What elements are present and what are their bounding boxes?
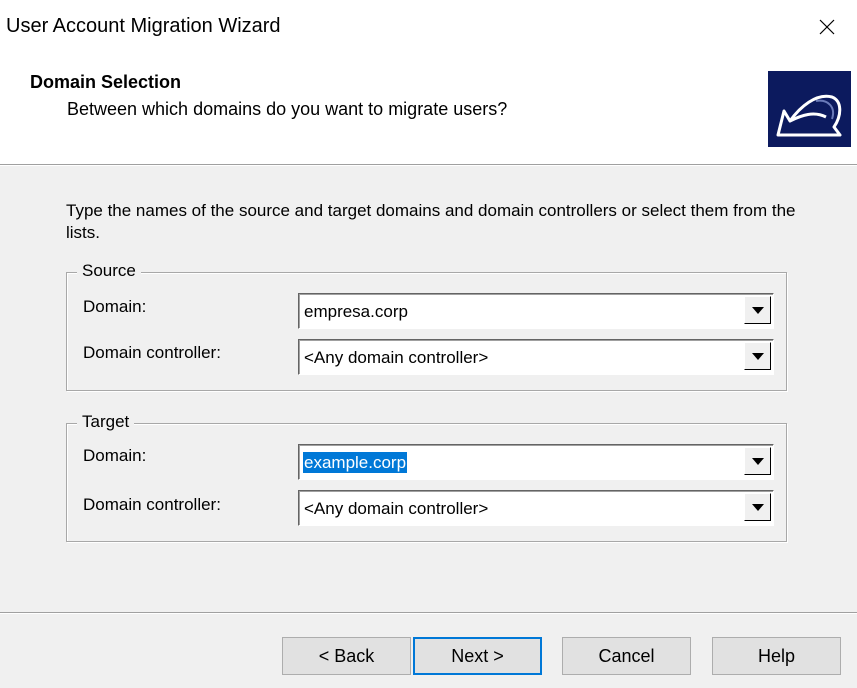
target-domain-value[interactable]: example.corp [303,452,408,473]
target-group: Target Domain: example.corp Domain contr… [66,412,787,542]
source-dc-label: Domain controller: [83,343,221,362]
target-domain-label: Domain: [83,446,147,465]
chevron-down-icon [751,503,764,511]
source-domain-combobox[interactable]: empresa.corp [298,293,774,329]
title-bar: User Account Migration Wizard [0,0,857,54]
cancel-button[interactable]: Cancel [562,637,691,675]
footer-divider-highlight [0,613,857,614]
window-title: User Account Migration Wizard [6,15,281,37]
next-button[interactable]: Next > [413,637,542,675]
wizard-arrow-icon [768,71,851,147]
wizard-header: Domain Selection Between which domains d… [0,54,857,164]
chevron-down-icon [751,457,764,465]
page-title: Domain Selection [30,72,182,92]
target-dc-dropdown-button[interactable] [744,493,771,521]
target-domain-combobox[interactable]: example.corp [298,444,774,480]
chevron-down-icon [751,306,764,314]
source-dc-dropdown-button[interactable] [744,342,771,370]
target-dc-combobox[interactable]: <Any domain controller> [298,490,774,526]
target-dc-value[interactable]: <Any domain controller> [303,498,489,519]
chevron-down-icon [751,352,764,360]
source-group: Source Domain: empresa.corp Domain contr… [66,261,787,391]
target-domain-dropdown-button[interactable] [744,447,771,475]
close-button[interactable] [797,0,857,54]
source-dc-combobox[interactable]: <Any domain controller> [298,339,774,375]
header-divider-highlight [0,165,857,166]
close-icon [819,19,835,35]
source-domain-dropdown-button[interactable] [744,296,771,324]
back-button[interactable]: < Back [282,637,411,675]
source-dc-value[interactable]: <Any domain controller> [303,347,489,368]
instructions-text: Type the names of the source and target … [66,201,796,242]
page-subtitle: Between which domains do you want to mig… [67,99,508,119]
target-legend: Target [77,412,135,432]
help-button[interactable]: Help [712,637,841,675]
target-dc-label: Domain controller: [83,495,221,514]
source-domain-label: Domain: [83,297,147,316]
source-domain-value[interactable]: empresa.corp [303,301,409,322]
source-legend: Source [77,261,141,281]
